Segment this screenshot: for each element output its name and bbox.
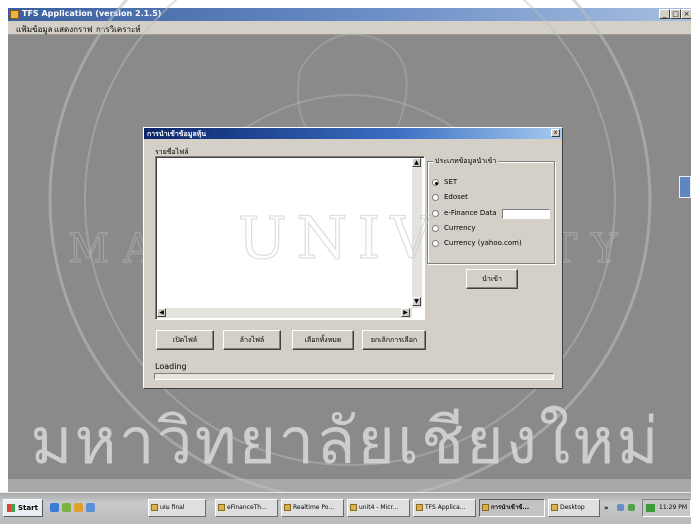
radio-currency-yahoo[interactable] bbox=[432, 240, 439, 247]
start-label: Start bbox=[18, 504, 38, 512]
word-icon bbox=[350, 504, 357, 511]
taskbar-item-active[interactable]: การนำเข้าข้... bbox=[479, 499, 545, 517]
maximize-button[interactable]: □ bbox=[670, 9, 681, 19]
dialog-close-button[interactable]: x bbox=[551, 129, 560, 137]
status-text: Loading bbox=[155, 362, 187, 371]
taskbar-item[interactable]: eFinanceTh... bbox=[215, 499, 278, 517]
app-title-bar: TFS Application (version 2.1.5) _ □ × bbox=[8, 8, 691, 21]
scroll-down-button[interactable]: ▼ bbox=[412, 297, 421, 306]
side-icon[interactable] bbox=[679, 176, 691, 198]
radio-edoset[interactable] bbox=[432, 194, 439, 201]
radio-set[interactable] bbox=[432, 179, 439, 186]
import-type-label: ประเภทข้อมูลนำเข้า bbox=[433, 156, 499, 167]
system-tray: 11:29 PM bbox=[642, 499, 691, 517]
taskbar-item-label: Realtime Po... bbox=[293, 504, 335, 511]
watermark-thai-text: มหาวิทยาลัยเชียงใหม่ bbox=[30, 405, 661, 479]
messenger-quicklaunch-icon[interactable] bbox=[62, 503, 71, 512]
chevron-right-icon[interactable]: » bbox=[604, 504, 609, 512]
efinance-input[interactable] bbox=[502, 209, 550, 219]
option-efinance-label: e-Finance Data bbox=[444, 209, 497, 217]
import-button[interactable]: นำเข้า bbox=[466, 269, 518, 289]
taskbar-item-label: การนำเข้าข้... bbox=[491, 504, 530, 511]
scroll-up-button[interactable]: ▲ bbox=[412, 158, 421, 167]
minimize-button[interactable]: _ bbox=[659, 9, 670, 19]
file-list-hscrollbar[interactable]: ◀ ▶ bbox=[157, 308, 412, 318]
taskbar-item-label: TFS Applica... bbox=[425, 504, 466, 511]
taskbar-item[interactable]: เล่ม final bbox=[148, 499, 206, 517]
clear-file-button[interactable]: ล้างไฟล์ bbox=[223, 330, 281, 350]
progress-bar bbox=[154, 373, 554, 380]
app-icon bbox=[482, 504, 489, 511]
network-icon[interactable] bbox=[646, 504, 655, 512]
radio-efinance[interactable] bbox=[432, 210, 439, 217]
close-button[interactable]: × bbox=[681, 9, 691, 19]
desktop-icon bbox=[551, 504, 558, 511]
tray-icon[interactable] bbox=[628, 504, 635, 511]
app-title: TFS Application (version 2.1.5) bbox=[22, 9, 162, 18]
app-icon bbox=[416, 504, 423, 511]
taskbar-item[interactable]: TFS Applica... bbox=[413, 499, 476, 517]
taskbar-desktop-toolbar[interactable]: Desktop bbox=[548, 499, 600, 517]
open-file-button[interactable]: เปิดไฟล์ bbox=[156, 330, 214, 350]
app-icon bbox=[10, 10, 19, 19]
option-set-label: SET bbox=[444, 178, 458, 186]
media-quicklaunch-icon[interactable] bbox=[74, 503, 83, 512]
deselect-button[interactable]: ยกเลิกการเลือก bbox=[362, 330, 426, 350]
file-list-vscrollbar[interactable]: ▲ ▼ bbox=[412, 158, 422, 308]
dialog-title-bar: การนำเข้าข้อมูลหุ้น x bbox=[144, 128, 562, 139]
scroll-right-button[interactable]: ▶ bbox=[401, 308, 410, 317]
start-button[interactable]: Start bbox=[3, 499, 43, 517]
option-edoset-label: Edoset bbox=[444, 193, 468, 201]
desktop-quicklaunch-icon[interactable] bbox=[86, 503, 95, 512]
file-listbox[interactable] bbox=[155, 156, 425, 320]
option-currency-yahoo-label: Currency (yahoo.com) bbox=[444, 239, 522, 247]
radio-currency[interactable] bbox=[432, 225, 439, 232]
taskbar-item-label: Desktop bbox=[560, 504, 585, 511]
menu-bar: แฟ้มข้อมูล แสดงกราฟ การวิเคราะห์ bbox=[8, 21, 691, 35]
select-all-button[interactable]: เลือกทั้งหมด bbox=[292, 330, 354, 350]
tray-icon[interactable] bbox=[617, 504, 624, 511]
taskbar-item-label: eFinanceTh... bbox=[227, 504, 267, 511]
clock: 11:29 PM bbox=[659, 504, 687, 511]
ie-quicklaunch-icon[interactable] bbox=[50, 503, 59, 512]
windows-logo-icon bbox=[7, 504, 15, 512]
taskbar-item-label: เล่ม final bbox=[160, 504, 185, 511]
folder-icon bbox=[151, 504, 158, 511]
taskbar-item[interactable]: Realtime Po... bbox=[281, 499, 344, 517]
browser-icon bbox=[218, 504, 225, 511]
import-dialog: การนำเข้าข้อมูลหุ้น x รายชื่อไฟล์ ▲ ▼ ◀ … bbox=[143, 127, 563, 389]
option-currency-label: Currency bbox=[444, 224, 476, 232]
taskbar-item[interactable]: unit4 - Micr... bbox=[347, 499, 410, 517]
taskbar-item-label: unit4 - Micr... bbox=[359, 504, 399, 511]
dialog-title: การนำเข้าข้อมูลหุ้น bbox=[147, 130, 207, 138]
taskbar: Start เล่ม final eFinanceTh... Realtime … bbox=[0, 492, 691, 524]
scroll-left-button[interactable]: ◀ bbox=[157, 308, 166, 317]
browser-icon bbox=[284, 504, 291, 511]
